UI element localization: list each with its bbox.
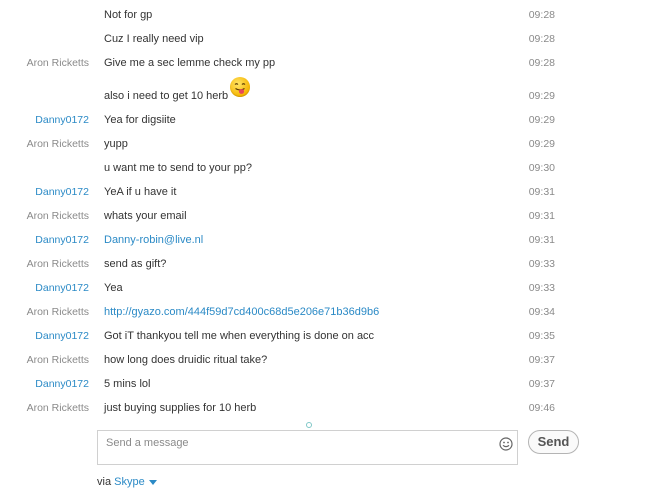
chat-message: Aron Ricketts how long does druidic ritu… bbox=[0, 351, 671, 369]
message-sender[interactable]: Danny0172 bbox=[0, 279, 89, 297]
network-label[interactable]: Skype bbox=[114, 476, 145, 488]
chat-message: Aron Ricketts yupp 09:29 bbox=[0, 135, 671, 153]
message-sender[interactable]: Danny0172 bbox=[0, 327, 89, 345]
message-time: 09:28 bbox=[528, 9, 555, 21]
message-sender: Aron Ricketts bbox=[26, 354, 89, 366]
via-label: via bbox=[97, 476, 112, 488]
chat-message: Aron Ricketts send as gift? 09:33 bbox=[0, 255, 671, 273]
chevron-down-icon[interactable] bbox=[148, 479, 157, 485]
message-time: 09:34 bbox=[528, 306, 555, 318]
message-text: just buying supplies for 10 herb bbox=[104, 402, 257, 414]
message-time: 09:35 bbox=[528, 330, 555, 342]
message-input[interactable]: Send a message bbox=[97, 430, 518, 465]
chat-message: Danny0172 Danny-robin@live.nl 09:31 bbox=[0, 231, 671, 249]
message-sender: Aron Ricketts bbox=[26, 57, 89, 69]
message-text: u want me to send to your pp? bbox=[104, 162, 252, 174]
message-text: Yea bbox=[104, 282, 123, 294]
chat-message: Danny0172 Yea for digsiite 09:29 bbox=[0, 111, 671, 129]
message-sender[interactable]: Danny0172 bbox=[0, 111, 89, 129]
chat-message: Danny0172 YeA if u have it 09:31 bbox=[0, 183, 671, 201]
message-text: Got iT thankyou tell me when everything … bbox=[104, 330, 375, 342]
message-text: 5 mins lol bbox=[104, 378, 151, 390]
chat-message: Not for gp 09:28 bbox=[0, 6, 671, 24]
typing-indicator bbox=[306, 422, 312, 428]
message-time: 09:33 bbox=[528, 282, 555, 294]
message-time: 09:28 bbox=[528, 33, 555, 45]
chat-message: u want me to send to your pp? 09:30 bbox=[0, 159, 671, 177]
message-text: also i need to get 10 herb bbox=[104, 87, 228, 105]
message-time: 09:28 bbox=[528, 57, 555, 69]
message-time: 09:29 bbox=[528, 114, 555, 126]
message-sender[interactable]: Danny0172 bbox=[0, 183, 89, 201]
message-input-placeholder: Send a message bbox=[106, 437, 189, 449]
message-time: 09:37 bbox=[528, 354, 555, 366]
message-time: 09:31 bbox=[528, 234, 555, 246]
message-text: yupp bbox=[104, 138, 128, 150]
message-time: 09:33 bbox=[528, 258, 555, 270]
chat-message: Aron Ricketts just buying supplies for 1… bbox=[0, 399, 671, 417]
message-text: Yea for digsiite bbox=[104, 114, 176, 126]
message-time: 09:46 bbox=[528, 402, 555, 414]
chat-message: Danny0172 Yea 09:33 bbox=[0, 279, 671, 297]
network-selector[interactable]: via Skype bbox=[97, 475, 157, 489]
message-time: 09:29 bbox=[528, 90, 555, 102]
url-link[interactable]: http://gyazo.com/444f59d7cd400c68d5e206e… bbox=[104, 303, 379, 321]
email-link[interactable]: Danny-robin@live.nl bbox=[104, 231, 203, 249]
chat-message: Aron Ricketts whats your email 09:31 bbox=[0, 207, 671, 225]
message-sender: Aron Ricketts bbox=[26, 306, 89, 318]
chat-message: Aron Ricketts Give me a sec lemme check … bbox=[0, 54, 671, 72]
message-text: Give me a sec lemme check my pp bbox=[104, 57, 276, 69]
tongue-out-emoticon-icon bbox=[230, 77, 250, 97]
message-text: whats your email bbox=[104, 210, 187, 222]
message-sender[interactable]: Danny0172 bbox=[0, 231, 89, 249]
message-text: YeA if u have it bbox=[104, 186, 177, 198]
message-sender: Aron Ricketts bbox=[26, 138, 89, 150]
message-sender: Aron Ricketts bbox=[26, 258, 89, 270]
chat-message: also i need to get 10 herb 09:29 bbox=[0, 77, 671, 105]
message-sender: Aron Ricketts bbox=[26, 210, 89, 222]
message-text: how long does druidic ritual take? bbox=[104, 354, 268, 366]
message-time: 09:37 bbox=[528, 378, 555, 390]
message-time: 09:31 bbox=[528, 210, 555, 222]
message-text: send as gift? bbox=[104, 258, 167, 270]
message-sender[interactable]: Danny0172 bbox=[0, 375, 89, 393]
send-button[interactable]: Send bbox=[528, 430, 579, 454]
message-time: 09:29 bbox=[528, 138, 555, 150]
smiley-icon[interactable] bbox=[499, 437, 513, 451]
chat-message: Danny0172 Got iT thankyou tell me when e… bbox=[0, 327, 671, 345]
message-time: 09:30 bbox=[528, 162, 555, 174]
chat-message: Danny0172 5 mins lol 09:37 bbox=[0, 375, 671, 393]
chat-message: Cuz I really need vip 09:28 bbox=[0, 30, 671, 48]
message-sender: Aron Ricketts bbox=[26, 402, 89, 414]
message-text: Not for gp bbox=[104, 9, 153, 21]
chat-message: Aron Ricketts http://gyazo.com/444f59d7c… bbox=[0, 303, 671, 321]
message-time: 09:31 bbox=[528, 186, 555, 198]
message-text: Cuz I really need vip bbox=[104, 33, 204, 45]
message-text-content: also i need to get 10 herb bbox=[104, 90, 229, 102]
